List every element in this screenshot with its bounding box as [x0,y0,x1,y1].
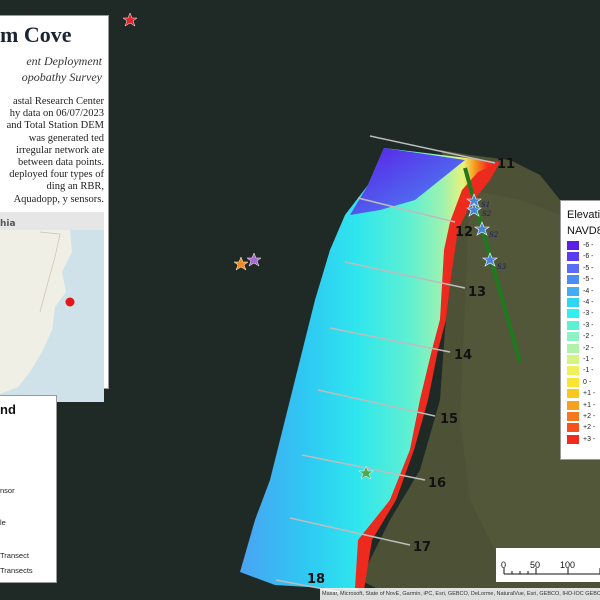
elevation-legend-title: Elevatio [567,209,600,221]
elevation-swatch [567,412,579,421]
location-marker-icon [65,297,75,307]
elevation-swatch [567,275,579,285]
elevation-class-label: 0 - [583,378,592,386]
map-attribution: Maxar, Microsoft, State of NovE, Garmin,… [320,588,600,600]
legend-item: Transects [0,566,33,575]
elevation-class-label: +1 - [583,390,596,398]
elevation-class-label: -2 - [583,344,594,352]
elevation-swatch [567,423,579,433]
elevation-class: +1 - [567,389,596,399]
inset-land [0,230,72,394]
elevation-class-label: +2 - [583,424,596,432]
sensor-label: S1 [481,201,490,209]
scale-label: 50 [530,560,541,570]
elevation-swatch [567,252,579,262]
legend-item: Transect [0,551,29,560]
elevation-swatch [567,355,579,364]
elevation-class: -1 - [567,355,594,364]
map-subtitle: opobathy Survey [21,70,102,84]
elevation-class-label: -4 - [583,287,594,295]
map-subtitle: ent Deployment [26,54,102,68]
elevation-swatch [567,343,579,353]
elevation-class: -3 - [567,320,594,330]
transect-label: 13 [468,285,486,300]
elevation-class: +2 - [567,423,596,433]
elevation-class: +2 - [567,412,595,421]
elevation-class-label: +2 - [583,413,596,420]
elevation-swatch [567,400,579,410]
elevation-class: +1 - [567,400,596,410]
elevation-legend: Elevatio NAVD8 -6 - -6 - -5 - -5 - -4 - -4 - -… [560,200,600,460]
scale-label: 0 [501,560,507,570]
elevation-class-label: -6 - [583,253,594,261]
elevation-class-label: -1 - [583,356,594,363]
legend-title: nd [0,402,16,417]
elevation-class: -4 - [567,286,594,296]
elevation-class: -2 - [567,332,594,342]
legend-item: nsor [0,486,15,495]
map-description: astal Research Center hy data on 06/07/2… [6,96,104,205]
elevation-class-label: -3 - [583,310,594,318]
elevation-swatch [567,286,579,296]
legend-item: le [0,518,6,527]
transect-label: 15 [440,412,458,427]
elevation-class-label: +3 - [583,435,596,443]
elevation-legend-subtitle: NAVD8 [567,225,600,237]
elevation-class: -2 - [567,343,594,353]
elevation-class: -5 - [567,263,594,273]
elevation-class: -3 - [567,309,594,319]
elevation-swatch [567,377,579,387]
transect-label: 12 [455,225,473,240]
elevation-swatch [567,309,579,319]
sensor-label: S2 [482,210,492,218]
elevation-swatch [567,434,579,444]
transect-label: 18 [307,572,325,587]
elevation-class-label: -5 - [583,264,594,272]
elevation-swatch [567,298,579,307]
inset-map[interactable]: hia [0,212,104,402]
elevation-class-label: +1 - [583,401,596,409]
elevation-class: -1 - [567,366,594,376]
elevation-class: -4 - [567,298,594,307]
elevation-swatch [567,332,579,342]
sensor-label: S2 [489,231,499,239]
elevation-class: 0 - [567,377,592,387]
elevation-class: +3 - [567,434,596,444]
scale-bar: 0 50 100 [496,548,600,582]
elevation-class-label: -4 - [583,299,594,306]
transect-label: 16 [428,476,446,491]
elevation-class: -5 - [567,275,594,285]
inset-label: hia [0,219,16,229]
elevation-class: -6 - [567,241,594,250]
scale-label: 100 [560,560,576,570]
elevation-swatch [567,320,579,330]
elevation-swatch [567,241,579,250]
inset-map-graphic: hia [0,212,104,394]
elevation-swatch [567,263,579,273]
elevation-class-label: -3 - [583,321,594,329]
map-title: m Cove [0,22,72,47]
legend-panel: nd nsor le Transect Transects [0,396,56,582]
elevation-swatch [567,389,579,399]
elevation-class-label: -2 - [583,333,594,341]
elevation-swatch [567,366,579,376]
transect-label: 14 [454,348,472,363]
transect-label: 17 [413,540,431,555]
elevation-class-label: -6 - [583,242,594,249]
title-panel: m Cove ent Deployment opobathy Survey as… [0,16,108,402]
transect-label: 11 [497,157,515,172]
elevation-class-label: -5 - [583,276,594,284]
elevation-class-label: -1 - [583,367,594,375]
sensor-label: S3 [497,263,507,271]
elevation-class: -6 - [567,252,594,262]
